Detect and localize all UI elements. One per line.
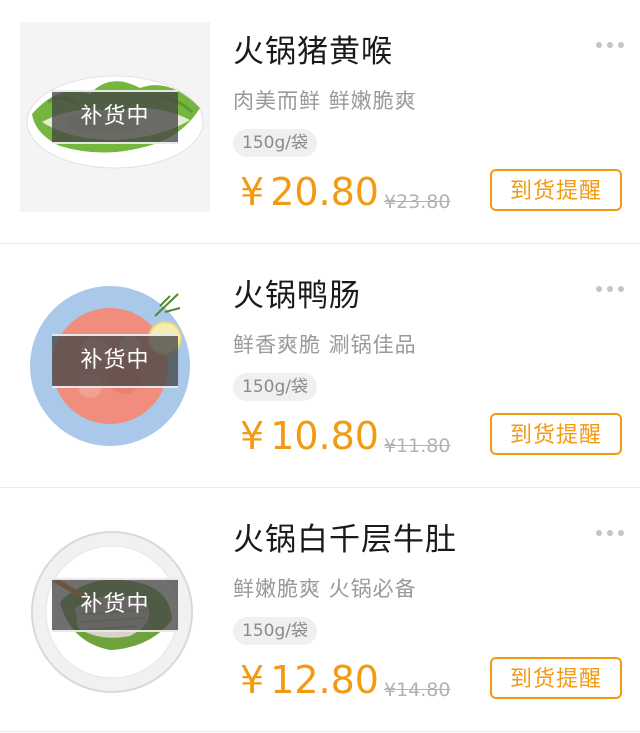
spec-tag: 150g/袋 <box>233 129 317 157</box>
product-title[interactable]: 火锅猪黄喉 <box>233 26 393 71</box>
notify-arrival-button[interactable]: 到货提醒 <box>490 657 622 699</box>
more-dots-icon[interactable] <box>596 42 624 48</box>
product-item[interactable]: 补货中 火锅猪黄喉 肉美而鲜 鲜嫩脆爽 150g/袋 ¥20.80 ¥23.80… <box>0 0 640 244</box>
product-title[interactable]: 火锅白千层牛肚 <box>233 514 457 559</box>
restock-badge: 补货中 <box>52 334 178 388</box>
current-price: ¥12.80 <box>240 658 379 702</box>
original-price: ¥23.80 <box>384 191 451 213</box>
product-image[interactable]: 补货中 <box>20 266 210 456</box>
price-value: 12.80 <box>270 658 379 702</box>
original-price: ¥11.80 <box>384 435 451 457</box>
product-item[interactable]: 补货中 火锅白千层牛肚 鲜嫩脆爽 火锅必备 150g/袋 ¥12.80 ¥14.… <box>0 488 640 732</box>
spec-tag: 150g/袋 <box>233 617 317 645</box>
currency-symbol: ¥ <box>240 170 265 214</box>
more-dots-icon[interactable] <box>596 286 624 292</box>
product-description: 肉美而鲜 鲜嫩脆爽 <box>233 89 417 113</box>
currency-symbol: ¥ <box>240 414 265 458</box>
original-price: ¥14.80 <box>384 679 451 701</box>
product-title[interactable]: 火锅鸭肠 <box>233 270 361 315</box>
product-description: 鲜嫩脆爽 火锅必备 <box>233 577 417 601</box>
current-price: ¥20.80 <box>240 170 379 214</box>
currency-symbol: ¥ <box>240 658 265 702</box>
product-description: 鲜香爽脆 涮锅佳品 <box>233 333 417 357</box>
more-dots-icon[interactable] <box>596 530 624 536</box>
product-item[interactable]: 补货中 火锅鸭肠 鲜香爽脆 涮锅佳品 150g/袋 ¥10.80 ¥11.80 … <box>0 244 640 488</box>
price-value: 10.80 <box>270 414 379 458</box>
product-image[interactable]: 补货中 <box>20 22 210 212</box>
restock-badge: 补货中 <box>52 90 178 144</box>
spec-tag: 150g/袋 <box>233 373 317 401</box>
notify-arrival-button[interactable]: 到货提醒 <box>490 413 622 455</box>
notify-arrival-button[interactable]: 到货提醒 <box>490 169 622 211</box>
product-image[interactable]: 补货中 <box>20 510 210 700</box>
price-value: 20.80 <box>270 170 379 214</box>
restock-badge: 补货中 <box>52 578 178 632</box>
product-list: 补货中 火锅猪黄喉 肉美而鲜 鲜嫩脆爽 150g/袋 ¥20.80 ¥23.80… <box>0 0 640 733</box>
current-price: ¥10.80 <box>240 414 379 458</box>
